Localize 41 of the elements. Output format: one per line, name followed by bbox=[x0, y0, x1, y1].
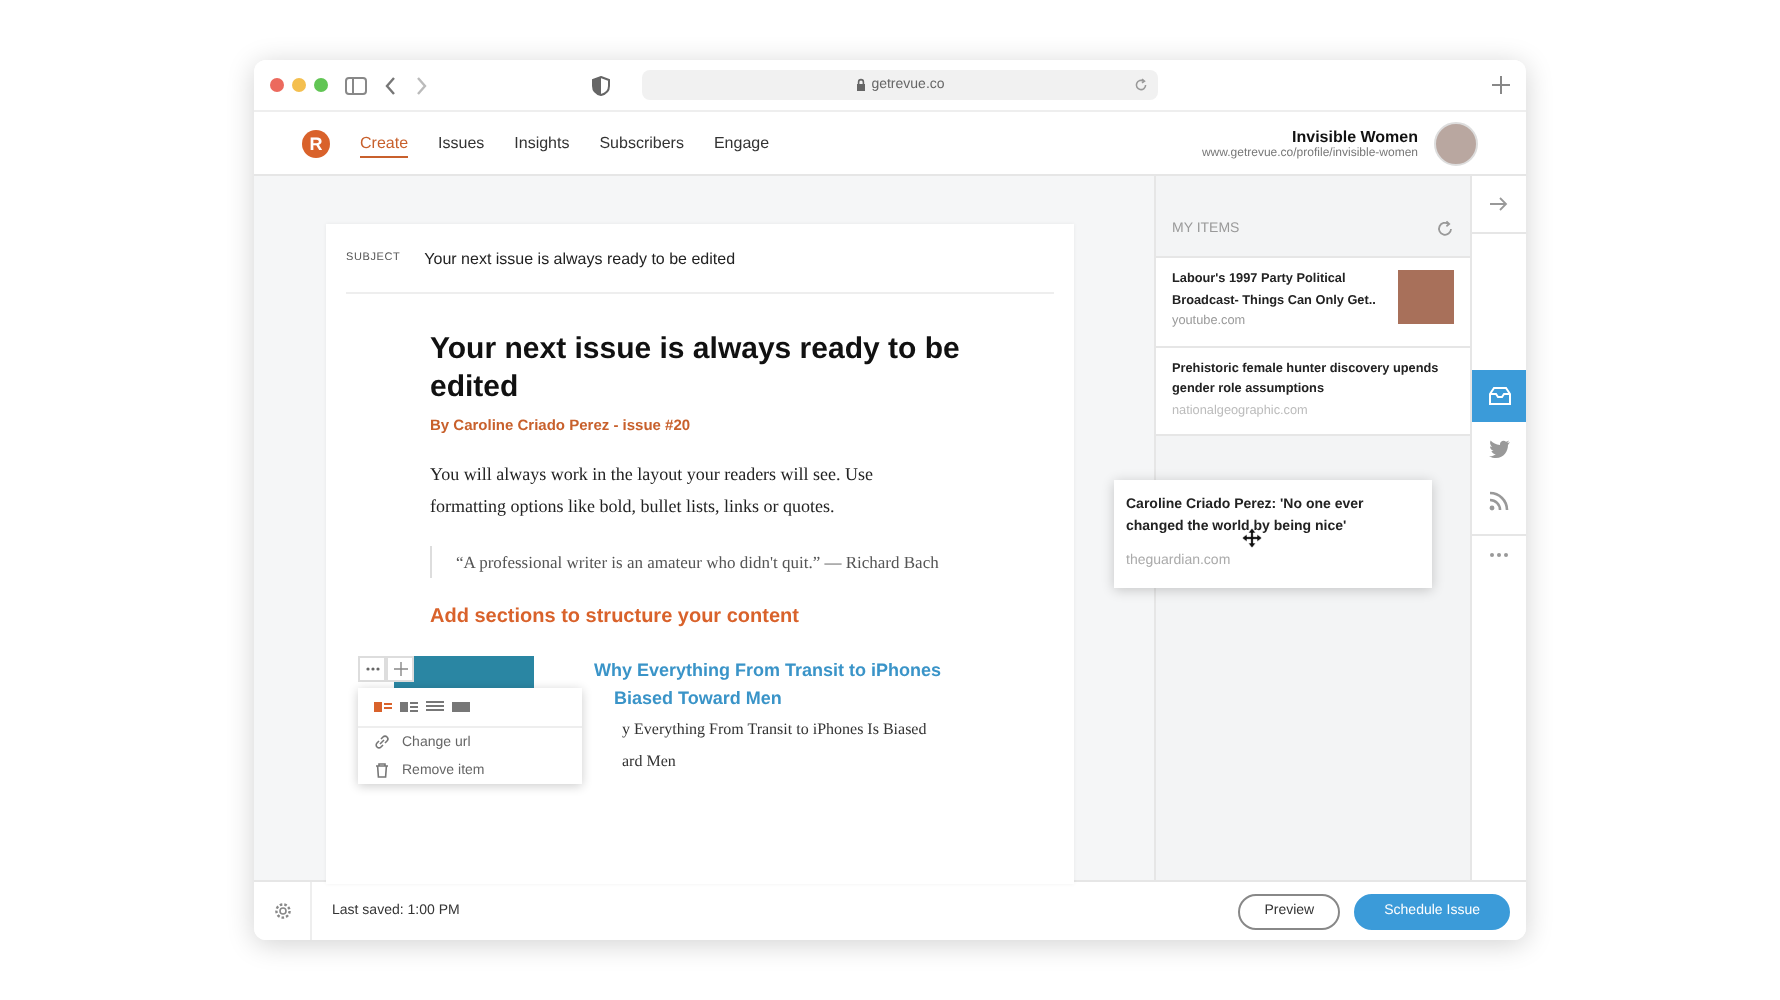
body-paragraph: You will always work in the layout your readers will see. Use formatting options like bold, bullet lists, links or quotes. bbox=[430, 462, 876, 520]
twitter-icon bbox=[1487, 437, 1511, 459]
issue-title: Your next issue is always ready to be edited bbox=[430, 330, 962, 406]
more-button[interactable] bbox=[358, 656, 386, 682]
layout-option-icon[interactable] bbox=[452, 700, 470, 714]
lock-icon bbox=[855, 78, 866, 92]
reload-icon[interactable] bbox=[1134, 78, 1148, 92]
layout-option-icon[interactable] bbox=[400, 700, 418, 714]
move-icon bbox=[393, 662, 407, 676]
refresh-icon[interactable] bbox=[1436, 219, 1454, 237]
rss-icon bbox=[1487, 489, 1511, 511]
quote: “A professional writer is an amateur who didn't quit.” — Richard Bach bbox=[430, 546, 946, 578]
article-description: ard Men bbox=[620, 750, 678, 774]
drag-handle[interactable] bbox=[386, 656, 414, 682]
nav-tab[interactable]: Create bbox=[360, 128, 409, 158]
shield-icon[interactable] bbox=[592, 75, 610, 95]
nav-tab[interactable]: Engage bbox=[713, 128, 770, 158]
nav-tab[interactable]: Insights bbox=[514, 128, 570, 158]
layout-option-icon[interactable] bbox=[374, 700, 392, 714]
avatar[interactable] bbox=[1434, 121, 1478, 165]
more-icon bbox=[365, 666, 379, 672]
nav-tab[interactable]: Subscribers bbox=[599, 128, 684, 158]
arrow-right-icon[interactable] bbox=[1490, 196, 1508, 212]
subject-field[interactable]: Your next issue is always ready to be edited bbox=[424, 249, 736, 267]
logo[interactable]: R bbox=[302, 129, 330, 157]
settings-icon[interactable] bbox=[273, 902, 291, 920]
article-description: y Everything From Transit to iPhones Is Biased bbox=[620, 718, 929, 742]
trash-icon bbox=[374, 762, 390, 778]
profile-name: Invisible Women bbox=[1290, 127, 1418, 145]
layout-option-icon[interactable] bbox=[426, 700, 444, 714]
back-icon[interactable] bbox=[384, 75, 398, 95]
link-icon bbox=[374, 734, 390, 750]
new-tab-icon[interactable] bbox=[1492, 76, 1510, 94]
inbox-tab[interactable] bbox=[1472, 370, 1526, 422]
section-heading: Add sections to structure your content bbox=[430, 606, 801, 628]
nav-tab[interactable]: Issues bbox=[438, 128, 485, 158]
forward-icon[interactable] bbox=[414, 75, 428, 95]
more-icon[interactable] bbox=[1490, 552, 1508, 558]
sidebar-icon[interactable] bbox=[344, 75, 368, 95]
inbox-icon bbox=[1487, 385, 1511, 407]
photo-placeholder bbox=[1398, 270, 1454, 324]
